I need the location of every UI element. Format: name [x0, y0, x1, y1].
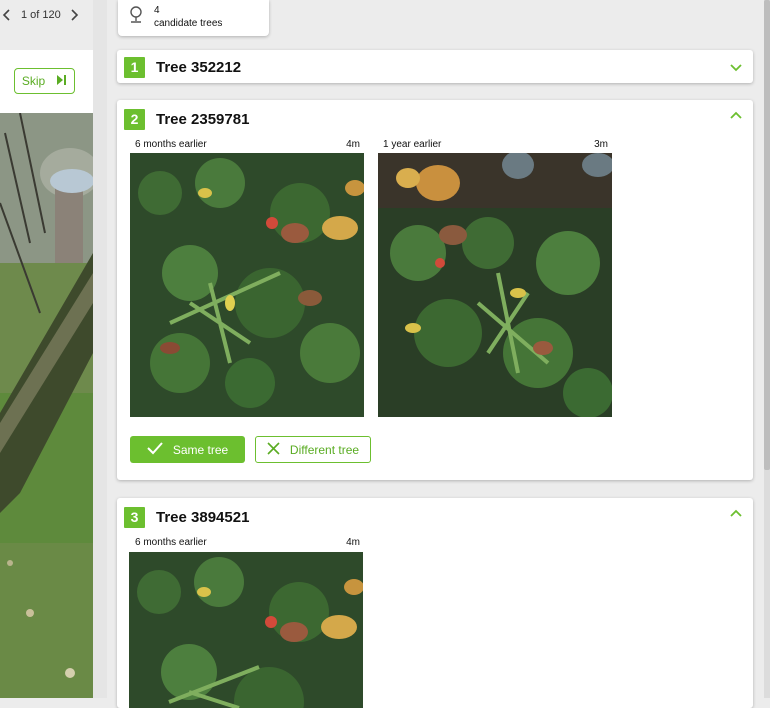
image-label: 6 months earlier: [135, 139, 207, 150]
chevron-right-icon[interactable]: [67, 8, 81, 22]
tree-card-header[interactable]: 3 Tree 3894521: [124, 506, 249, 528]
map-pin-icon: [128, 6, 144, 29]
check-icon: [147, 441, 163, 458]
left-column: 1 of 120 Skip: [0, 0, 107, 698]
chevron-up-icon[interactable]: [728, 108, 744, 124]
candidate-photo[interactable]: [130, 153, 364, 417]
column-divider: [93, 0, 107, 698]
skip-button[interactable]: Skip: [14, 68, 75, 94]
different-tree-button[interactable]: Different tree: [255, 436, 371, 463]
image-label: 1 year earlier: [383, 139, 442, 150]
scrollbar-thumb[interactable]: [764, 0, 770, 470]
candidate-photo[interactable]: [378, 153, 612, 417]
chevron-up-icon[interactable]: [728, 506, 744, 522]
tree-number-badge: 3: [124, 506, 145, 528]
image-distance: 3m: [594, 139, 608, 150]
different-tree-label: Different tree: [289, 442, 360, 457]
same-tree-button[interactable]: Same tree: [130, 436, 245, 463]
tree-title: Tree 2359781: [156, 110, 250, 128]
tree-card-header[interactable]: 2 Tree 2359781: [124, 108, 249, 130]
current-tree-photo: [0, 113, 93, 698]
image-distance: 4m: [346, 139, 360, 150]
same-tree-label: Same tree: [172, 442, 229, 457]
candidate-count-box: 4 candidate trees: [118, 0, 269, 36]
chevron-left-icon[interactable]: [0, 8, 14, 22]
skip-next-icon: [55, 74, 67, 89]
image-distance: 4m: [346, 537, 360, 548]
tree-card-header: 1 Tree 352212: [124, 56, 241, 78]
tree-card-1[interactable]: 1 Tree 352212: [117, 50, 753, 83]
tree-title: Tree 352212: [156, 58, 242, 76]
image-label: 6 months earlier: [135, 537, 207, 548]
pager: 1 of 120: [0, 0, 95, 30]
tree-title: Tree 3894521: [156, 508, 250, 526]
tree-number-badge: 1: [124, 56, 145, 78]
pager-text: 1 of 120: [21, 9, 61, 21]
skip-label: Skip: [21, 74, 46, 88]
tree-number-badge: 2: [124, 108, 145, 130]
candidate-count: 4: [154, 5, 160, 16]
candidate-photo[interactable]: [129, 552, 363, 708]
tree-card-3: 3 Tree 3894521 6 months earlier 4m: [117, 498, 753, 708]
tree-card-2: 2 Tree 2359781 6 months earlier 4m 1 yea…: [117, 100, 753, 480]
candidate-label: candidate trees: [154, 18, 223, 29]
close-icon: [267, 441, 280, 458]
chevron-down-icon[interactable]: [728, 59, 744, 75]
